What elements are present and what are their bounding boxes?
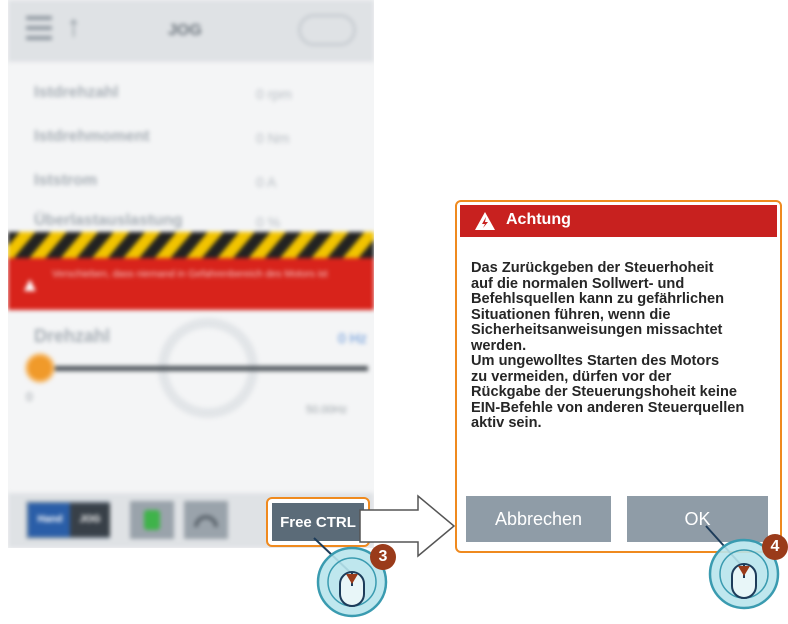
toggle-icon[interactable] — [298, 14, 356, 46]
param-value: 0 Nm — [256, 130, 290, 146]
param-label: Istdrehzahl — [34, 84, 119, 101]
mode-hand-label: Hand — [37, 514, 63, 525]
run-icon — [144, 510, 160, 530]
up-arrow-icon[interactable]: ↑ — [66, 12, 81, 42]
stop-button[interactable] — [184, 501, 228, 539]
mode-jog-label: JOG — [70, 503, 110, 537]
slider-knob[interactable] — [28, 356, 52, 380]
dialog-title: Achtung — [506, 211, 571, 228]
setpoint-label: Drehzahl — [34, 326, 111, 346]
stop-icon — [194, 515, 218, 528]
dialog-header: Achtung — [460, 205, 777, 237]
param-label: Istdrehmoment — [34, 128, 150, 145]
speed-slider[interactable] — [38, 366, 368, 371]
param-value: 0 % — [256, 214, 281, 230]
mode-toggle-button[interactable]: Hand JOG — [26, 501, 110, 539]
dialog-message: Das Zurückgeben der Steuerhoheit auf die… — [471, 260, 745, 431]
warning-dialog: Achtung Das Zurückgeben der Steuerhoheit… — [455, 200, 782, 553]
step-number-badge: 4 — [762, 534, 788, 560]
slider-min-label: 0 — [26, 390, 33, 404]
param-value: 0 rpm — [256, 86, 292, 102]
background-app-screen: ↑ JOG Istdrehzahl 0 rpm Istdrehmoment 0 … — [8, 0, 374, 548]
app-header: ↑ JOG — [8, 0, 374, 62]
param-label: Iststrom — [34, 172, 98, 189]
run-button[interactable] — [130, 501, 174, 539]
param-value: 0 A — [256, 174, 277, 190]
hazard-stripes — [8, 232, 374, 258]
cancel-button[interactable]: Abbrechen — [466, 496, 611, 542]
menu-icon[interactable] — [26, 16, 52, 40]
step-number-badge: 3 — [370, 544, 396, 570]
slider-max-label: 50.00Hz — [306, 404, 347, 416]
screen-title: JOG — [168, 22, 202, 39]
warning-text: Verschieben, dass niemand in Gefahrenber… — [52, 269, 328, 280]
warning-triangle-icon — [475, 212, 495, 230]
param-label: Überlastauslastung — [34, 212, 183, 229]
warning-icon: ▲ — [20, 274, 40, 296]
setpoint-value: 0 Hz — [338, 330, 367, 346]
warning-banner: ▲ Verschieben, dass niemand in Gefahrenb… — [8, 258, 374, 310]
